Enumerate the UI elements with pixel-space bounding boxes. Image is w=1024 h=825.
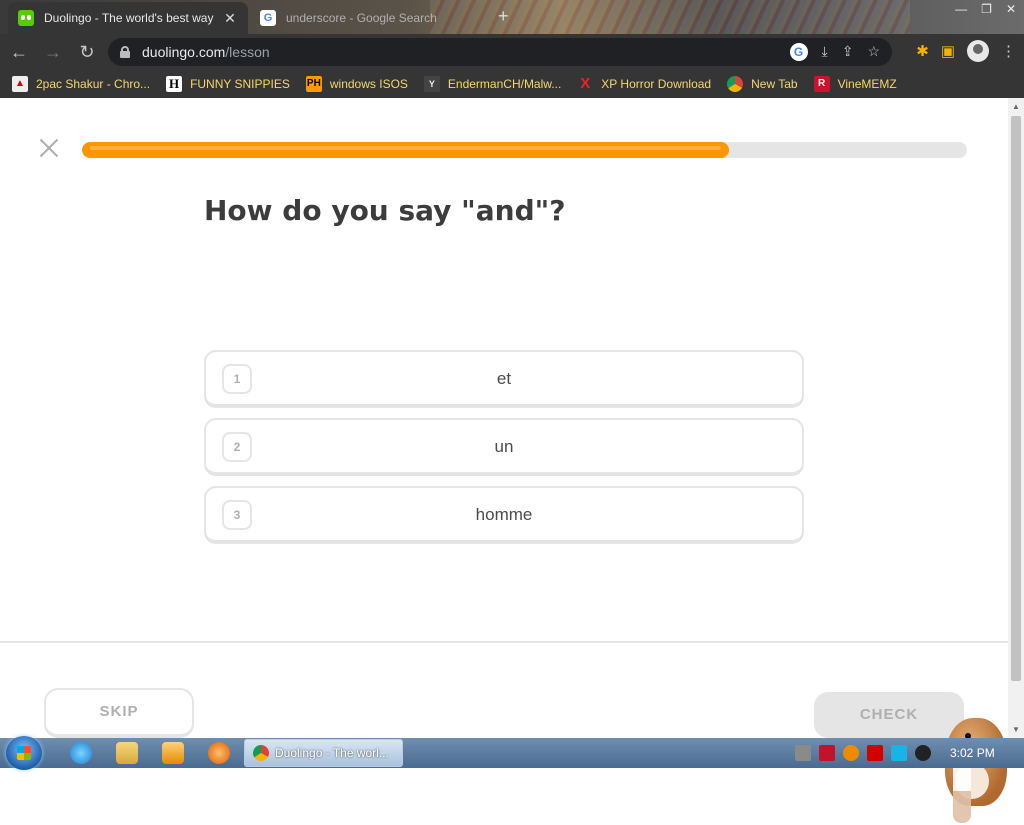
- system-tray: [795, 745, 931, 761]
- tray-network-icon[interactable]: [891, 745, 907, 761]
- footer-divider: [0, 641, 1008, 643]
- tray-volume-icon[interactable]: [915, 745, 931, 761]
- tab-title: Duolingo - The world's best way: [44, 11, 214, 25]
- taskbar-chrome-window[interactable]: Duolingo - The worl...: [244, 739, 403, 767]
- tab-title: underscore - Google Search: [286, 11, 437, 25]
- r-icon: R: [813, 76, 830, 92]
- bookmark-2pac[interactable]: ▲ 2pac Shakur - Chro...: [12, 76, 150, 92]
- tray-v-icon[interactable]: [819, 745, 835, 761]
- x-icon: X: [580, 75, 591, 92]
- choice-text: et: [496, 369, 512, 388]
- bookmark-label: XP Horror Download: [601, 77, 712, 91]
- window-controls: — ❐ ✕: [955, 2, 1016, 16]
- choice-option-2[interactable]: 2 un: [204, 418, 804, 476]
- bookmark-vinememz[interactable]: R VineMEMZ: [813, 76, 897, 92]
- page-scrollbar[interactable]: ▲ ▼: [1008, 98, 1024, 738]
- tab-duolingo[interactable]: Duolingo - The world's best way ✕: [8, 2, 248, 34]
- bookmark-label: windows ISOS: [329, 77, 408, 91]
- file-explorer-icon[interactable]: [116, 742, 138, 764]
- h-icon: H: [166, 76, 183, 92]
- bookmark-star-icon[interactable]: ☆: [867, 43, 880, 61]
- browser-toolbar: ← → ↻ duolingo.com/lesson G ⤓ ⇪ ☆ ✱ ▣ ⋮: [0, 34, 1024, 70]
- google-lens-icon[interactable]: G: [789, 43, 808, 61]
- bookmark-xp-horror[interactable]: X XP Horror Download: [577, 76, 711, 92]
- reload-icon[interactable]: ↻: [72, 37, 102, 67]
- taskbar-window-label: Duolingo - The worl...: [275, 746, 389, 760]
- bookmarks-bar: ▲ 2pac Shakur - Chro... H FUNNY SNIPPIES P…: [0, 70, 1024, 98]
- app-icon[interactable]: [208, 742, 230, 764]
- back-icon[interactable]: ←: [4, 37, 34, 67]
- install-icon[interactable]: ⤓: [822, 43, 828, 61]
- address-bar[interactable]: duolingo.com/lesson G ⤓ ⇪ ☆: [108, 38, 892, 66]
- lesson-page: How do you say "and"? 1 et 2 un 3 homme …: [0, 98, 1008, 823]
- bookmark-new-tab[interactable]: New Tab: [727, 76, 798, 92]
- tab-strip: Duolingo - The world's best way ✕ G unde…: [0, 0, 1024, 34]
- bookmark-label: EndermanCH/Malw...: [447, 77, 562, 91]
- ph-icon: PH: [305, 76, 322, 92]
- choice-text: homme: [475, 505, 533, 524]
- forward-icon[interactable]: →: [38, 37, 68, 67]
- chrome-icon: [727, 76, 744, 92]
- bookmark-label: FUNNY SNIPPIES: [190, 77, 290, 91]
- start-button[interactable]: [6, 736, 42, 770]
- restore-icon[interactable]: ❐: [981, 2, 992, 16]
- close-window-icon[interactable]: ✕: [1006, 2, 1016, 16]
- bookmark-label: VineMEMZ: [837, 77, 897, 91]
- question-title: How do you say "and"?: [204, 194, 566, 227]
- hamster-overlay-image: [935, 713, 1010, 825]
- progress-fill: [82, 142, 729, 158]
- choice-option-3[interactable]: 3 homme: [204, 486, 804, 544]
- media-player-icon[interactable]: [162, 742, 184, 764]
- scroll-down-icon[interactable]: ▼: [1012, 725, 1020, 734]
- chrome-icon: [253, 745, 269, 761]
- profile-avatar-icon[interactable]: [967, 40, 989, 62]
- bookmark-funny-snippies[interactable]: H FUNNY SNIPPIES: [166, 76, 290, 92]
- tab-close-icon[interactable]: ✕: [222, 10, 238, 27]
- bookmark-endermanch[interactable]: Y EndermanCH/Malw...: [423, 76, 562, 92]
- tray-search-icon[interactable]: [843, 745, 859, 761]
- internet-explorer-icon[interactable]: [70, 742, 92, 764]
- choice-option-1[interactable]: 1 et: [204, 350, 804, 408]
- taskbar-clock[interactable]: 3:02 PM: [950, 746, 995, 760]
- youtube-icon: Y: [423, 76, 440, 92]
- lesson-progress-bar: [82, 142, 967, 158]
- side-panel-icon[interactable]: ▣: [941, 42, 955, 60]
- share-icon[interactable]: ⇪: [842, 43, 854, 61]
- scroll-up-icon[interactable]: ▲: [1012, 102, 1020, 111]
- tab-google-search[interactable]: G underscore - Google Search: [252, 2, 487, 34]
- minimize-icon[interactable]: —: [955, 2, 967, 16]
- new-tab-icon[interactable]: +: [498, 6, 509, 27]
- windows-taskbar: Duolingo - The worl... 3:02 PM: [0, 736, 1024, 770]
- choice-text: un: [494, 437, 514, 456]
- bookmark-label: 2pac Shakur - Chro...: [36, 77, 151, 91]
- menu-kebab-icon[interactable]: ⋮: [1001, 42, 1016, 60]
- 2pac-icon: ▲: [12, 76, 28, 92]
- tray-app-icon[interactable]: [795, 745, 811, 761]
- lock-icon[interactable]: [120, 46, 130, 58]
- tray-flag-icon[interactable]: [867, 745, 883, 761]
- url-host: duolingo.com: [142, 44, 226, 60]
- google-favicon-icon: G: [260, 10, 276, 26]
- bookmark-label: New Tab: [751, 77, 798, 91]
- close-lesson-icon[interactable]: [37, 136, 61, 160]
- url-path: /lesson: [225, 44, 270, 60]
- bookmark-windows-isos[interactable]: PH windows ISOS: [305, 76, 408, 92]
- extensions-icon[interactable]: ✱: [916, 42, 929, 60]
- skip-button[interactable]: SKIP: [44, 688, 194, 738]
- duolingo-favicon-icon: [18, 10, 34, 26]
- scrollbar-thumb[interactable]: [1011, 116, 1021, 681]
